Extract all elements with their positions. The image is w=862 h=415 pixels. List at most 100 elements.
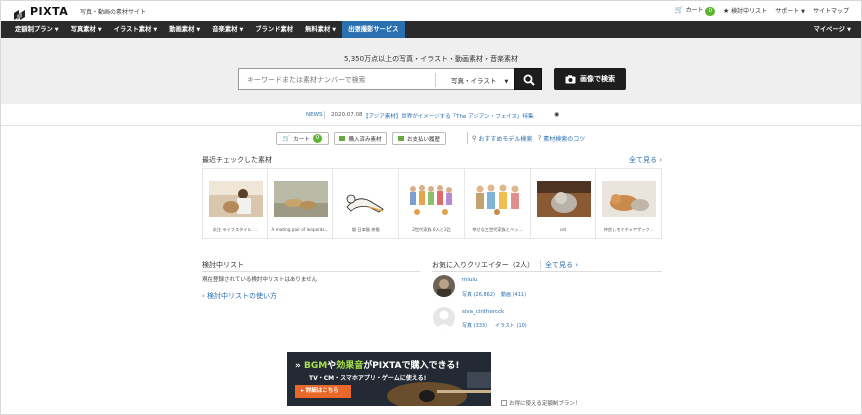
quick-cart-label: カート <box>293 136 310 143</box>
nav-item[interactable]: ブランド素材 <box>249 21 299 38</box>
creator-illust-count[interactable]: イラスト (10) <box>495 322 527 329</box>
arrow-icon: » <box>295 361 301 371</box>
nav-item-label: 出張撮影サービス <box>348 26 399 33</box>
image-search-label: 画像で検索 <box>580 75 615 83</box>
chevron-down-icon: ▼ <box>801 9 805 15</box>
nav-item[interactable]: 音楽素材 ▼ <box>206 21 249 38</box>
recent-items: 炎注 ライフスタイル ... A mating pair of leopards… <box>202 168 663 239</box>
recent-view-all-label: 全て見る <box>629 156 657 164</box>
search-type-value: 写真・イラスト <box>451 77 497 85</box>
nav-item-label: 写真素材 <box>70 26 96 33</box>
quick-cart-button[interactable]: 🛒 カート 0 <box>276 132 329 145</box>
recent-item-caption: 炎注 ライフスタイル ... <box>212 227 258 232</box>
recent-item-caption: A mating pair of leopards... <box>271 227 329 232</box>
model-search-link[interactable]: ⚲ おすすめモデル検索 <box>472 134 532 143</box>
banner-subline: TV・CM・スマホアプリ・ゲームに使える! <box>309 375 427 382</box>
banner-headline: » BGMや効果音がPIXTAで購入できる! <box>295 358 459 371</box>
wishlist-label: 検討中リスト <box>731 8 768 15</box>
top-cart-label: カート <box>685 7 704 14</box>
banner-details-button[interactable]: ▸ 詳細はこちら <box>295 385 351 398</box>
dog-and-cat-thumbnail <box>602 181 657 217</box>
recent-item[interactable]: 仲良しモミチャアザック... <box>596 168 663 239</box>
mypage-menu[interactable]: マイページ ▼ <box>814 21 851 39</box>
nav-items: 定額制プラン ▼ 写真素材 ▼ イラスト素材 ▼ 動画素材 ▼ 音楽素材 ▼ ブランド素材 無料素材 ▼… <box>9 21 405 38</box>
model-search-label: おすすめモデル検索 <box>478 136 533 143</box>
recent-view-all-link[interactable]: 全て見る › <box>629 155 662 165</box>
news-next-icon[interactable]: ◉ <box>554 111 559 118</box>
banner-bgm: BGM <box>303 361 328 371</box>
stretching-cat-illustration <box>339 181 394 217</box>
chevron-down-icon: ▼ <box>196 27 201 33</box>
cart-count-badge: 0 <box>705 7 715 16</box>
top-links: 🛒 カート 0 ★ 検討中リスト サポート ▼ サイトマップ <box>675 5 849 16</box>
image-search-button[interactable]: 画像で検索 <box>554 68 626 90</box>
news-link[interactable]: 【アジア素材】世界がイメージする「The アジアン・フェイス」特集 <box>363 112 534 120</box>
tips-label: 素材検索のコツ <box>543 136 586 143</box>
creator-photo-count[interactable]: 写真 (333) <box>462 322 487 329</box>
payment-history-button[interactable]: お支払い履歴 <box>392 132 446 145</box>
chevron-right-icon: › <box>575 261 579 269</box>
favorites-view-all-link[interactable]: 全て見る › <box>545 260 578 270</box>
sitemap-link[interactable]: サイトマップ <box>813 6 849 15</box>
recent-item[interactable]: A mating pair of leopards... <box>267 168 334 239</box>
chevron-down-icon: ▼ <box>153 27 158 33</box>
recent-item-caption: 2世代家族 6人と2匹 <box>412 227 451 232</box>
search-divider <box>435 73 436 87</box>
pixta-logo[interactable]: PIXTA <box>13 5 69 20</box>
creator-video-count[interactable]: 動画 (411) <box>501 291 526 298</box>
nav-item[interactable]: イラスト素材 ▼ <box>108 21 164 38</box>
family-illustration <box>405 181 460 217</box>
nav-item[interactable]: 定額制プラン ▼ <box>9 21 65 38</box>
creator-name[interactable]: miuiu <box>462 277 477 283</box>
search-tips-link[interactable]: ? 素材検索のコツ <box>538 134 585 143</box>
broken-image-icon <box>501 400 507 406</box>
top-bar: PIXTA 写真・動画の素材サイト 🛒 カート 0 ★ 検討中リスト サポート … <box>1 1 861 21</box>
nav-item[interactable]: 出張撮影サービス <box>342 21 405 38</box>
favorites-title: お気に入りクリエイター（2人） <box>432 261 535 269</box>
recent-item[interactable]: 幸せな三世代家族とペッ... <box>464 168 531 239</box>
avatar[interactable] <box>433 275 455 297</box>
recent-item[interactable]: 2世代家族 6人と2匹 <box>399 168 465 239</box>
bgm-banner[interactable]: » BGMや効果音がPIXTAで購入できる! TV・CM・スマホアプリ・ゲームに… <box>287 352 491 406</box>
wishlist-empty-text: 現在登録されている検討中リストはありません <box>202 277 318 283</box>
chevron-down-icon: ▼ <box>847 27 851 33</box>
plan-banner-broken-image[interactable]: お得に使える定額制プラン！ <box>501 399 580 407</box>
nav-item-label: 無料素材 <box>305 26 331 33</box>
logo-text: PIXTA <box>30 5 69 18</box>
search-type-select[interactable]: 写真・イラスト ▼ <box>451 75 508 85</box>
nav-item-label: ブランド素材 <box>255 26 294 33</box>
mypage-label: マイページ <box>813 26 845 33</box>
support-menu[interactable]: サポート ▼ <box>775 6 805 15</box>
creator-photo-count[interactable]: 写真 (26,862) <box>462 291 495 298</box>
avatar[interactable] <box>433 307 455 329</box>
main-nav: 定額制プラン ▼ 写真素材 ▼ イラスト素材 ▼ 動画素材 ▼ 音楽素材 ▼ ブランド素材 無料素材 ▼… <box>1 21 861 38</box>
wishlist-howto-link[interactable]: › 検討中リストの使い方 <box>202 291 277 301</box>
search-button[interactable] <box>514 68 542 90</box>
recent-item-caption: 仲良しモミチャアザック... <box>603 227 654 232</box>
cart-icon: 🛒 <box>282 135 291 142</box>
search-input[interactable]: キーワードまたは素材ナンバーで検索 写真・イラスト ▼ <box>238 68 515 90</box>
wishlist-link[interactable]: ★ 検討中リスト <box>723 6 767 15</box>
nav-item[interactable]: 動画素材 ▼ <box>163 21 206 38</box>
recent-item[interactable]: 猫 日本猫 茶猫 <box>333 168 400 239</box>
purchased-button[interactable]: 購入済み素材 <box>334 132 387 145</box>
creator-name[interactable]: siva_cinthercck <box>462 309 504 315</box>
nav-item-label: 定額制プラン <box>15 26 53 33</box>
help-icon: ? <box>538 135 542 142</box>
banner-details-label: 詳細はこちら <box>305 388 339 394</box>
cat-photo-thumbnail <box>536 181 591 217</box>
banner-sfx: 効果音 <box>336 361 364 371</box>
arrow-right-icon: ▸ <box>301 388 304 394</box>
favorites-rule <box>432 271 662 272</box>
recent-item[interactable]: cat <box>530 168 597 239</box>
top-cart-link[interactable]: 🛒 カート 0 <box>675 5 715 16</box>
nav-item-label: 音楽素材 <box>212 26 238 33</box>
chevron-right-icon: › <box>659 156 663 164</box>
camera-icon <box>565 74 576 83</box>
quick-cart-count: 0 <box>312 134 323 143</box>
chevron-right-icon: › <box>202 292 205 300</box>
nav-item[interactable]: 写真素材 ▼ <box>65 21 108 38</box>
nav-item[interactable]: 無料素材 ▼ <box>299 21 342 38</box>
recent-item[interactable]: 炎注 ライフスタイル ... <box>202 168 268 239</box>
chevron-down-icon: ▼ <box>97 27 102 33</box>
